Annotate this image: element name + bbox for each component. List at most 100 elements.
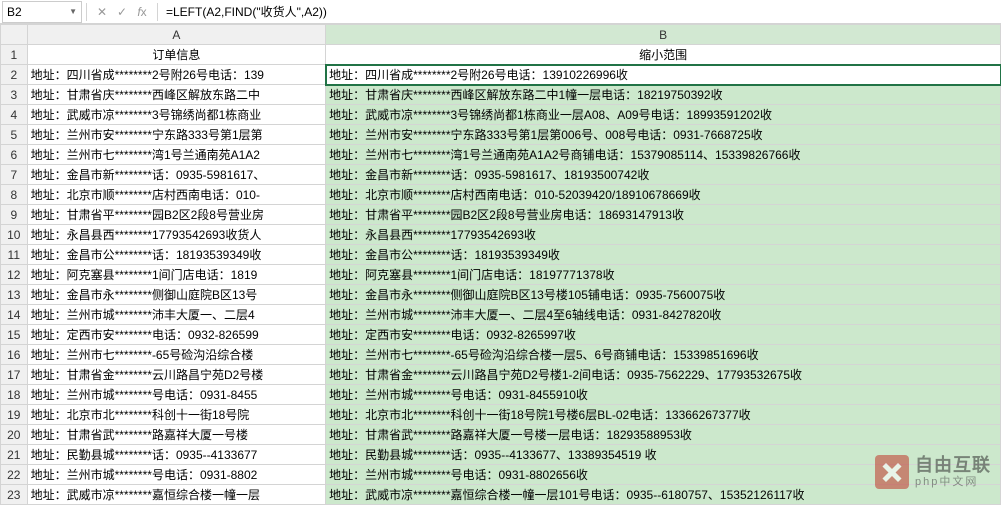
cell[interactable]: 地址：北京市北********科创十一街18号院 bbox=[27, 405, 326, 425]
cell[interactable]: 地址：武威市凉********3号锦绣尚都1栋商业一层A08、A09号电话：18… bbox=[326, 105, 1001, 125]
name-box-dropdown-icon[interactable]: ▼ bbox=[69, 7, 77, 16]
cell[interactable]: 地址：兰州市安********宁东路333号第1层第006号、008号电话：09… bbox=[326, 125, 1001, 145]
divider bbox=[86, 3, 87, 21]
row-header[interactable]: 14 bbox=[1, 305, 28, 325]
cell[interactable]: 地址：武威市凉********3号锦绣尚都1栋商业 bbox=[27, 105, 326, 125]
cell[interactable]: 地址：北京市顺********店村西南电话：010- bbox=[27, 185, 326, 205]
cell[interactable]: 地址：兰州市七********湾1号兰通南苑A1A2号商铺电话：15379085… bbox=[326, 145, 1001, 165]
cell[interactable]: 地址：兰州市城********号电话：0931-8802 bbox=[27, 465, 326, 485]
row-header[interactable]: 7 bbox=[1, 165, 28, 185]
table-row: 7地址：金昌市新********话：0935-5981617、地址：金昌市新**… bbox=[1, 165, 1001, 185]
table-row: 23地址：武威市凉********嘉恒综合楼一幢一层地址：武威市凉*******… bbox=[1, 485, 1001, 505]
cell[interactable]: 地址：金昌市公********话：18193539349收 bbox=[326, 245, 1001, 265]
row-header[interactable]: 13 bbox=[1, 285, 28, 305]
cell[interactable]: 地址：北京市顺********店村西南电话：010-52039420/18910… bbox=[326, 185, 1001, 205]
row-header[interactable]: 1 bbox=[1, 45, 28, 65]
cell[interactable]: 地址：兰州市城********号电话：0931-8455910收 bbox=[326, 385, 1001, 405]
table-row: 22地址：兰州市城********号电话：0931-8802地址：兰州市城***… bbox=[1, 465, 1001, 485]
divider bbox=[157, 3, 158, 21]
cell[interactable]: 地址：定西市安********电话：0932-8265997收 bbox=[326, 325, 1001, 345]
cell[interactable]: 地址：金昌市永********侧御山庭院B区13号 bbox=[27, 285, 326, 305]
cell[interactable]: 地址：阿克塞县********1间门店电话：1819 bbox=[27, 265, 326, 285]
cell[interactable]: 地址：兰州市城********号电话：0931-8455 bbox=[27, 385, 326, 405]
table-row: 13地址：金昌市永********侧御山庭院B区13号地址：金昌市永******… bbox=[1, 285, 1001, 305]
name-box-value: B2 bbox=[7, 5, 69, 19]
cell-A1[interactable]: 订单信息 bbox=[27, 45, 326, 65]
cell[interactable]: 地址：甘肃省武********路嘉祥大厦一号楼一层电话：18293588953收 bbox=[326, 425, 1001, 445]
formula-bar: B2 ▼ ✕ ✓ fx bbox=[0, 0, 1001, 24]
cell[interactable]: 地址：金昌市公********话：18193539349收 bbox=[27, 245, 326, 265]
row-header[interactable]: 19 bbox=[1, 405, 28, 425]
cell[interactable]: 地址：四川省成********2号附26号电话：139 bbox=[27, 65, 326, 85]
row-header[interactable]: 20 bbox=[1, 425, 28, 445]
cell[interactable]: 地址：兰州市城********沛丰大厦一、二层4至6轴线电话：0931-8427… bbox=[326, 305, 1001, 325]
cell[interactable]: 地址：甘肃省庆********西峰区解放东路二中 bbox=[27, 85, 326, 105]
row-header[interactable]: 4 bbox=[1, 105, 28, 125]
cell[interactable]: 地址：兰州市七********湾1号兰通南苑A1A2 bbox=[27, 145, 326, 165]
column-header-B[interactable]: B bbox=[326, 25, 1001, 45]
row-header[interactable]: 3 bbox=[1, 85, 28, 105]
table-row: 9地址：甘肃省平********园B2区2段8号营业房地址：甘肃省平******… bbox=[1, 205, 1001, 225]
table-row: 14地址：兰州市城********沛丰大厦一、二层4地址：兰州市城*******… bbox=[1, 305, 1001, 325]
cell[interactable]: 地址：金昌市永********侧御山庭院B区13号楼105铺电话：0935-75… bbox=[326, 285, 1001, 305]
row-header[interactable]: 16 bbox=[1, 345, 28, 365]
cell[interactable]: 地址：永昌县西********17793542693收货人 bbox=[27, 225, 326, 245]
formula-input[interactable] bbox=[160, 1, 1001, 23]
row-header[interactable]: 10 bbox=[1, 225, 28, 245]
table-row: 1 订单信息 缩小范围 bbox=[1, 45, 1001, 65]
row-header[interactable]: 5 bbox=[1, 125, 28, 145]
cell[interactable]: 地址：民勤县城********话：0935--4133677 bbox=[27, 445, 326, 465]
cell-B1[interactable]: 缩小范围 bbox=[326, 45, 1001, 65]
row-header[interactable]: 22 bbox=[1, 465, 28, 485]
cell[interactable]: 地址：兰州市七********-65号硷沟沿综合楼一层5、6号商铺电话：1533… bbox=[326, 345, 1001, 365]
cell[interactable]: 地址：定西市安********电话：0932-826599 bbox=[27, 325, 326, 345]
cell[interactable]: 地址：甘肃省平********园B2区2段8号营业房电话：18693147913… bbox=[326, 205, 1001, 225]
cell[interactable]: 地址：武威市凉********嘉恒综合楼一幢一层101号电话：0935--618… bbox=[326, 485, 1001, 505]
cell[interactable]: 地址：兰州市七********-65号硷沟沿综合楼 bbox=[27, 345, 326, 365]
cell[interactable]: 地址：四川省成********2号附26号电话：13910226996收 bbox=[326, 65, 1001, 85]
cell[interactable]: 地址：甘肃省金********云川路昌宁苑D2号楼 bbox=[27, 365, 326, 385]
cell[interactable]: 地址：兰州市安********宁东路333号第1层第 bbox=[27, 125, 326, 145]
accept-icon[interactable]: ✓ bbox=[115, 5, 129, 19]
table-row: 10地址：永昌县西********17793542693收货人地址：永昌县西**… bbox=[1, 225, 1001, 245]
table-row: 20地址：甘肃省武********路嘉祥大厦一号楼地址：甘肃省武********… bbox=[1, 425, 1001, 445]
row-header[interactable]: 12 bbox=[1, 265, 28, 285]
row-header[interactable]: 21 bbox=[1, 445, 28, 465]
table-row: 21地址：民勤县城********话：0935--4133677地址：民勤县城*… bbox=[1, 445, 1001, 465]
spreadsheet-grid[interactable]: A B 1 订单信息 缩小范围 2地址：四川省成********2号附26号电话… bbox=[0, 24, 1001, 509]
cell[interactable]: 地址：北京市北********科创十一街18号院1号楼6层BL-02电话：133… bbox=[326, 405, 1001, 425]
name-box[interactable]: B2 ▼ bbox=[2, 1, 82, 23]
cell[interactable]: 地址：甘肃省庆********西峰区解放东路二中1幢一层电话：182197503… bbox=[326, 85, 1001, 105]
cell[interactable]: 地址：阿克塞县********1间门店电话：18197771378收 bbox=[326, 265, 1001, 285]
row-header[interactable]: 18 bbox=[1, 385, 28, 405]
table-row: 15地址：定西市安********电话：0932-826599地址：定西市安**… bbox=[1, 325, 1001, 345]
table-row: 17地址：甘肃省金********云川路昌宁苑D2号楼地址：甘肃省金******… bbox=[1, 365, 1001, 385]
cell[interactable]: 地址：甘肃省武********路嘉祥大厦一号楼 bbox=[27, 425, 326, 445]
cell[interactable]: 地址：金昌市新********话：0935-5981617、 bbox=[27, 165, 326, 185]
cell[interactable]: 地址：民勤县城********话：0935--4133677、133893545… bbox=[326, 445, 1001, 465]
select-all-corner[interactable] bbox=[1, 25, 28, 45]
table-row: 2地址：四川省成********2号附26号电话：139地址：四川省成*****… bbox=[1, 65, 1001, 85]
cell[interactable]: 地址：金昌市新********话：0935-5981617、1819350074… bbox=[326, 165, 1001, 185]
table-row: 11地址：金昌市公********话：18193539349收地址：金昌市公**… bbox=[1, 245, 1001, 265]
row-header[interactable]: 11 bbox=[1, 245, 28, 265]
column-header-row: A B bbox=[1, 25, 1001, 45]
cell[interactable]: 地址：兰州市城********号电话：0931-8802656收 bbox=[326, 465, 1001, 485]
cell[interactable]: 地址：永昌县西********17793542693收 bbox=[326, 225, 1001, 245]
cell[interactable]: 地址：武威市凉********嘉恒综合楼一幢一层 bbox=[27, 485, 326, 505]
row-header[interactable]: 17 bbox=[1, 365, 28, 385]
cancel-icon[interactable]: ✕ bbox=[95, 5, 109, 19]
row-header[interactable]: 8 bbox=[1, 185, 28, 205]
row-header[interactable]: 15 bbox=[1, 325, 28, 345]
row-header[interactable]: 2 bbox=[1, 65, 28, 85]
cell[interactable]: 地址：甘肃省平********园B2区2段8号营业房 bbox=[27, 205, 326, 225]
row-header[interactable]: 23 bbox=[1, 485, 28, 505]
table-row: 6地址：兰州市七********湾1号兰通南苑A1A2地址：兰州市七******… bbox=[1, 145, 1001, 165]
row-header[interactable]: 6 bbox=[1, 145, 28, 165]
cell[interactable]: 地址：兰州市城********沛丰大厦一、二层4 bbox=[27, 305, 326, 325]
column-header-A[interactable]: A bbox=[27, 25, 326, 45]
row-header[interactable]: 9 bbox=[1, 205, 28, 225]
table-row: 8地址：北京市顺********店村西南电话：010-地址：北京市顺******… bbox=[1, 185, 1001, 205]
fx-icon[interactable]: fx bbox=[135, 5, 149, 19]
cell[interactable]: 地址：甘肃省金********云川路昌宁苑D2号楼1-2间电话：0935-756… bbox=[326, 365, 1001, 385]
